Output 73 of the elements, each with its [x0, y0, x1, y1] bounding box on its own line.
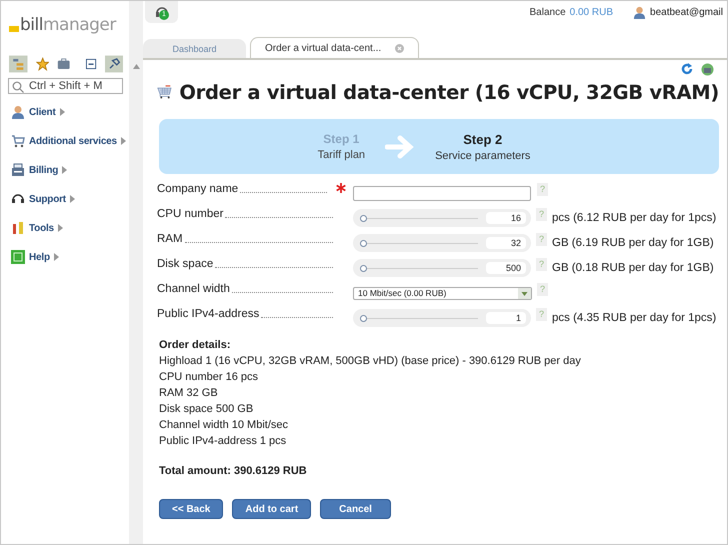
step-subtitle: Service parameters	[435, 150, 530, 162]
sidebar-item[interactable]: Help	[11, 250, 129, 264]
company-name-field[interactable]	[353, 186, 531, 200]
tree-icon[interactable]	[9, 54, 28, 74]
cart-icon	[11, 134, 25, 148]
slider-field[interactable]: 16	[353, 209, 531, 227]
close-icon[interactable]	[395, 44, 404, 52]
star-icon[interactable]	[36, 56, 49, 72]
slider-thumb[interactable]	[360, 314, 367, 322]
expand-arrow-icon	[120, 137, 126, 145]
field-label: Channel width	[157, 283, 230, 295]
expand-arrow-icon	[60, 108, 65, 116]
slider-thumb[interactable]	[360, 240, 367, 246]
arrow-icon	[385, 134, 416, 158]
user-icon	[11, 105, 25, 119]
slider-thumb[interactable]	[360, 214, 367, 222]
order-detail-line: Highload 1 (16 vCPU, 32GB vRAM, 500GB vHD) (base price) - 390.6129 RUB per day	[159, 354, 582, 369]
slider-value-field[interactable]: 1	[486, 312, 526, 324]
sidebar-item[interactable]: Support	[11, 192, 129, 206]
sidebar-item[interactable]: Additional services	[11, 134, 129, 148]
briefcase-icon[interactable]	[56, 57, 70, 71]
form-button[interactable]: << Back	[159, 499, 224, 519]
slider-value-field[interactable]: 500	[486, 262, 526, 274]
form-button[interactable]: Cancel	[320, 499, 391, 519]
balance-label: Balance	[530, 6, 566, 18]
expand-arrow-icon	[62, 166, 68, 174]
expand-arrow-icon	[70, 195, 75, 203]
order-detail-line: Disk space 500 GB	[159, 402, 254, 417]
order-detail-line: Public IPv4-address 1 pcs	[159, 434, 288, 449]
tools-icon	[11, 221, 25, 235]
order-detail-line: RAM 32 GB	[159, 386, 219, 401]
slider-value-field[interactable]: 16	[486, 212, 526, 224]
sidebar-item[interactable]: Billing	[11, 163, 129, 177]
expand-arrow-icon	[58, 224, 63, 232]
pin-icon[interactable]	[104, 54, 123, 74]
unit-price-text: pcs (6.12 RUB per day for 1pcs)	[552, 212, 716, 224]
user-menu[interactable]: beatbeat@gmail	[650, 6, 723, 18]
headset-icon	[11, 192, 25, 206]
unit-price-text: GB (0.18 RUB per day for 1GB)	[552, 262, 714, 274]
channel-width-select[interactable]: 10 Mbit/sec (0.00 RUB)	[353, 286, 532, 300]
logo: billmanager	[1, 1, 129, 37]
scroll-up-icon[interactable]	[132, 64, 140, 69]
field-label: Disk space	[157, 258, 214, 270]
expand-arrow-icon	[54, 253, 59, 261]
search-field[interactable]: Ctrl + Shift + M	[8, 78, 123, 94]
sidebar-item[interactable]: Tools	[11, 221, 129, 235]
user-icon	[633, 6, 646, 18]
field-label: Public IPv4-address	[157, 308, 260, 320]
slider-value-field[interactable]: 32	[486, 237, 526, 249]
slider-field[interactable]: 500	[353, 259, 531, 277]
slider-field[interactable]: 1	[353, 309, 531, 327]
slider-field[interactable]: 32	[353, 234, 531, 252]
refresh-icon[interactable]	[681, 63, 693, 75]
slider-thumb[interactable]	[360, 264, 367, 272]
order-detail-line: CPU number 16 pcs	[159, 370, 260, 385]
field-label: Company name	[157, 183, 238, 195]
unit-price-text: pcs (4.35 RUB per day for 1pcs)	[552, 312, 716, 324]
collapse-icon[interactable]	[86, 58, 96, 70]
step-title: Step 1	[322, 132, 360, 146]
step-subtitle: Tariff plan	[318, 149, 366, 161]
order-details-title: Order details:	[159, 338, 232, 353]
field-label: RAM	[157, 233, 183, 245]
unit-price-text: GB (6.19 RUB per day for 1GB)	[552, 237, 714, 249]
field-label: CPU number	[157, 208, 224, 220]
cash-register-icon	[11, 163, 25, 177]
help-icon	[11, 250, 25, 264]
sidebar-item[interactable]: Client	[11, 105, 129, 119]
total-amount: Total amount: 390.6129 RUB	[159, 464, 308, 479]
step-title: Step 2	[462, 132, 504, 146]
page-title: Order a virtual data-center (16 vCPU, 32GB vRAM)	[179, 80, 719, 104]
form-button[interactable]: Add to cart	[232, 499, 312, 519]
order-detail-line: Channel width 10 Mbit/sec	[159, 418, 290, 433]
tab[interactable]: Order a virtual data-cent...	[250, 37, 420, 58]
